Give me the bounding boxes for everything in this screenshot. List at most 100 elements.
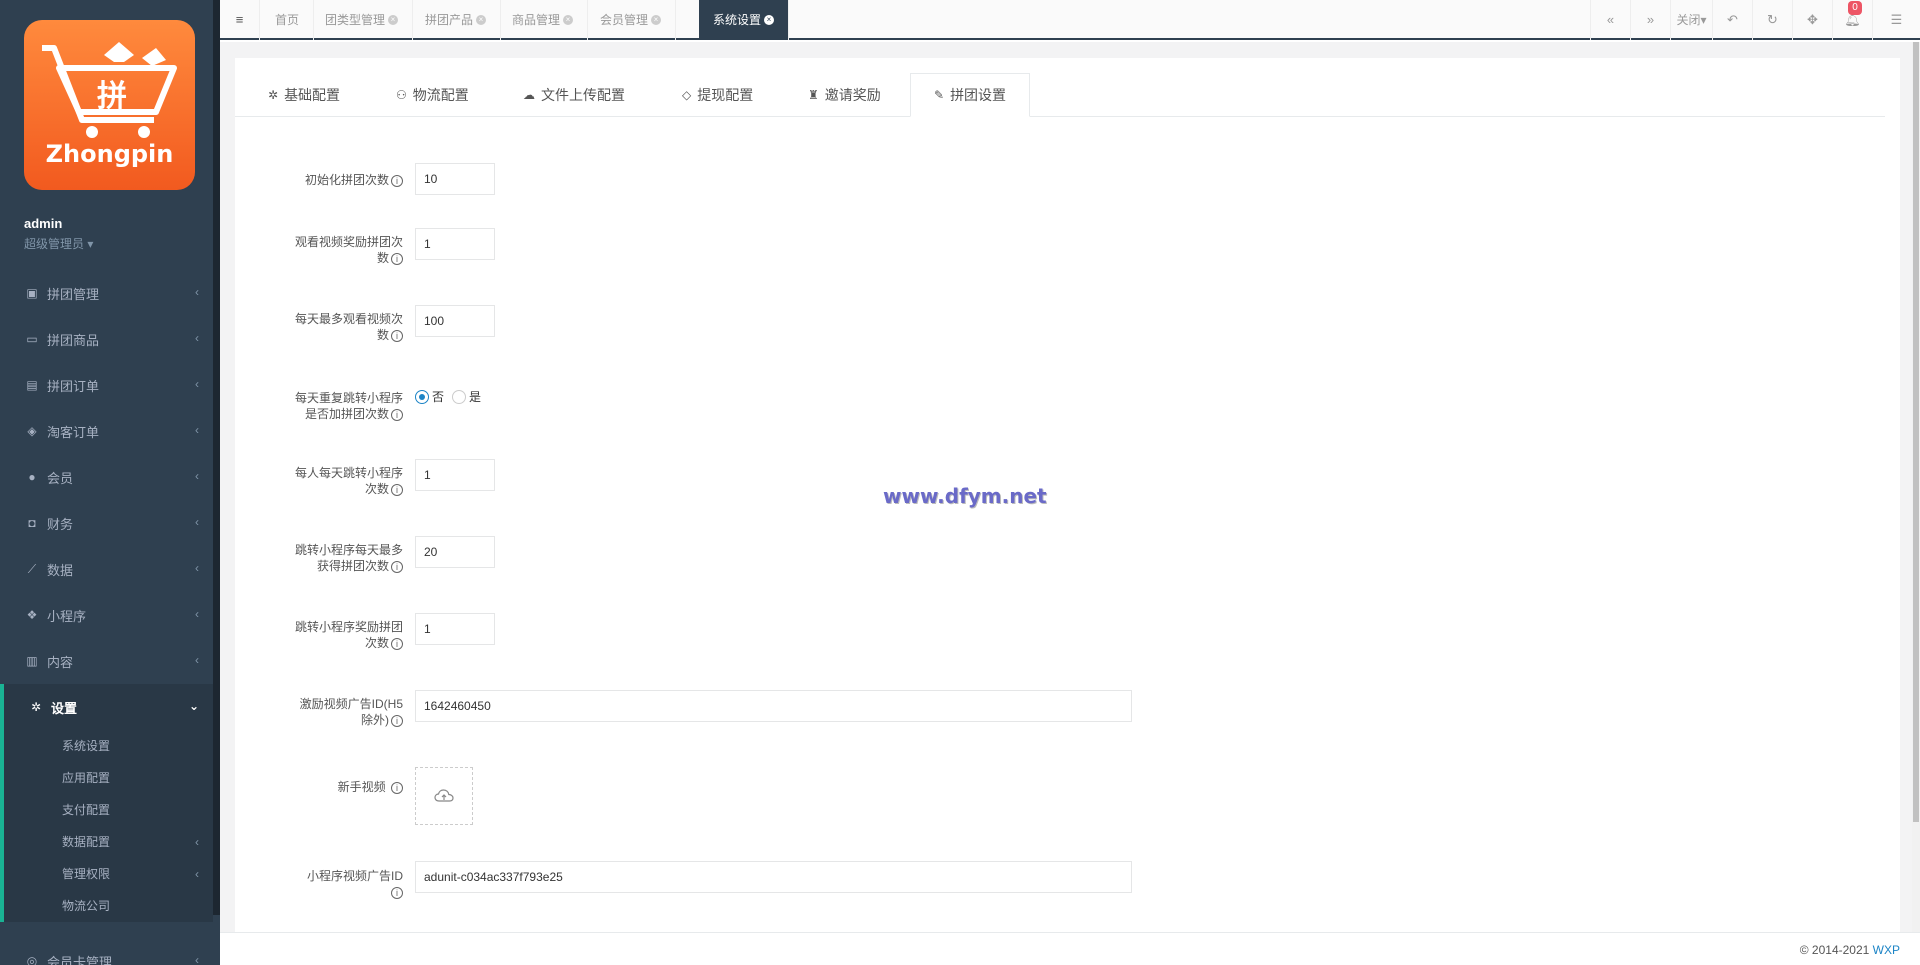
sidebar: 拼 Zhongpin admin 超级管理员 ▾ ▣ 拼团管理 ‹ ▭ 拼团商品 ‹ ▤… <box>0 0 220 965</box>
watermark: www.dfym.net <box>883 484 1047 508</box>
field-label: 初始化拼团次数 i <box>280 172 403 188</box>
logo: 拼 Zhongpin <box>24 20 195 190</box>
info-icon[interactable]: i <box>391 483 403 496</box>
sidebar-item-content[interactable]: ▥ 内容 ‹ <box>0 638 213 684</box>
chevron-left-icon: ‹ <box>195 515 199 529</box>
backward-icon[interactable]: « <box>1590 0 1630 40</box>
sidebar-sub-logistics[interactable]: 物流公司 <box>4 890 213 922</box>
video-reward-input[interactable]: 1 <box>415 228 495 260</box>
book-icon: ▥ <box>26 654 38 668</box>
sidebar-sub-system-settings[interactable]: 系统设置 <box>4 730 213 762</box>
settings-submenu: 系统设置 应用配置 支付配置 数据配置 ‹ 管理权限 ‹ 物流公司 <box>0 730 213 922</box>
sidebar-item-group-orders[interactable]: ▤ 拼团订单 ‹ <box>0 362 213 408</box>
jump-reward-input[interactable]: 1 <box>415 613 495 645</box>
close-icon[interactable]: × <box>388 15 399 25</box>
user-role-dropdown[interactable]: 超级管理员 ▾ <box>24 235 93 252</box>
forward-icon[interactable]: » <box>1630 0 1670 40</box>
daily-video-max-input[interactable]: 100 <box>415 305 495 337</box>
settings-tabs: ✲ 基础配置 ⚇ 物流配置 ☁ 文件上传配置 ◇ 提现配置 ♜ 邀请奖励 ✎ 拼团设置 <box>235 73 1885 117</box>
sidebar-item-group-goods[interactable]: ▭ 拼团商品 ‹ <box>0 316 213 362</box>
info-icon[interactable]: i <box>391 408 403 421</box>
motorcycle-icon: ⚇ <box>396 88 407 102</box>
sidebar-menu: ▣ 拼团管理 ‹ ▭ 拼团商品 ‹ ▤ 拼团订单 ‹ ◈ 淘客订单 ‹ ● 会员 ‹ ◘ 财务 ‹ ⟋ 数… <box>0 270 213 965</box>
field-label: 每人每天跳转小程序 次数 i <box>294 466 403 496</box>
mp-video-ad-input[interactable]: adunit-c034ac337f793e25 <box>415 861 1132 893</box>
radio-yes[interactable] <box>452 389 467 404</box>
card-icon: ◎ <box>26 954 38 965</box>
close-icon[interactable]: × <box>563 15 574 25</box>
refresh-icon[interactable]: ↻ <box>1752 0 1792 40</box>
tab-goods[interactable]: 商品管理 × <box>498 0 589 40</box>
sidebar-sub-app-config[interactable]: 应用配置 <box>4 762 213 794</box>
sidebar-item-taoke-orders[interactable]: ◈ 淘客订单 ‹ <box>0 408 213 454</box>
money-icon: ◘ <box>28 516 36 530</box>
tab-upload-config[interactable]: ☁ 文件上传配置 <box>500 73 648 117</box>
sidebar-item-miniprogram[interactable]: ❖ 小程序 ‹ <box>0 592 213 638</box>
chevron-left-icon: ‹ <box>195 423 199 437</box>
menu-toggle-icon[interactable]: ≡ <box>220 0 260 40</box>
tab-members[interactable]: 会员管理 × <box>586 0 677 40</box>
sidebar-sub-permissions[interactable]: 管理权限 ‹ <box>4 858 213 890</box>
repeat-jump-radio-group: 否 是 <box>415 388 481 405</box>
tab-group-settings[interactable]: ✎ 拼团设置 <box>910 73 1031 117</box>
top-tab-bar: ≡ 首页 团类型管理 × 拼团产品 × 商品管理 × 会员管理 × 系统设置 × « » … <box>220 0 1920 40</box>
sidebar-sub-data-config[interactable]: 数据配置 ‹ <box>4 826 213 858</box>
tab-basic-config[interactable]: ✲ 基础配置 <box>245 73 363 117</box>
chevron-left-icon: ‹ <box>195 377 199 391</box>
info-icon[interactable]: i <box>391 252 403 265</box>
field-label: 小程序视频广告ID i <box>306 869 403 899</box>
svg-text:拼: 拼 <box>97 79 127 114</box>
move-icon[interactable]: ✥ <box>1792 0 1832 40</box>
tab-invite-reward[interactable]: ♜ 邀请奖励 <box>785 73 904 117</box>
field-label: 新手视频 i <box>280 779 403 795</box>
undo-icon[interactable]: ↶ <box>1712 0 1752 40</box>
init-count-input[interactable]: 10 <box>415 163 495 195</box>
diamond-icon: ◇ <box>682 88 692 102</box>
sidebar-sub-pay-config[interactable]: 支付配置 <box>4 794 213 826</box>
tab-system-settings[interactable]: 系统设置 × <box>699 0 790 40</box>
info-icon[interactable]: i <box>391 174 403 187</box>
tab-withdraw-config[interactable]: ◇ 提现配置 <box>659 73 776 117</box>
scrollbar-thumb[interactable] <box>1913 42 1919 822</box>
gear-icon: ✲ <box>30 700 42 714</box>
tab-logistics-config[interactable]: ⚇ 物流配置 <box>373 73 492 117</box>
right-sidebar-toggle-icon[interactable]: ☰ <box>1872 0 1920 40</box>
sidebar-item-member-card[interactable]: ◎ 会员卡管理 ‹ <box>0 938 213 965</box>
field-label: 每天最多观看视频次数 i <box>294 312 403 342</box>
paint-brush-icon: ✎ <box>934 88 945 102</box>
sidebar-item-group-buy[interactable]: ▣ 拼团管理 ‹ <box>0 270 213 316</box>
field-label: 跳转小程序奖励拼团 次数 i <box>294 620 403 650</box>
main-scrollbar[interactable] <box>1912 42 1920 932</box>
close-icon[interactable]: × <box>764 15 775 25</box>
user-icon: ● <box>28 470 36 484</box>
newbie-video-upload[interactable] <box>415 767 473 825</box>
info-icon[interactable]: i <box>391 714 403 727</box>
info-icon[interactable]: i <box>391 560 403 573</box>
close-tabs-dropdown[interactable]: 关闭▾ <box>1670 0 1712 40</box>
reward-ad-id-input[interactable]: 1642460450 <box>415 690 1132 722</box>
tab-group-products[interactable]: 拼团产品 × <box>411 0 502 40</box>
sidebar-item-finance[interactable]: ◘ 财务 ‹ <box>0 500 213 546</box>
copyright: © 2014-2021 WXP <box>1799 943 1900 957</box>
close-icon[interactable]: × <box>651 15 662 25</box>
sidebar-item-settings[interactable]: ✲ 设置 ⌄ <box>0 684 213 730</box>
bell-icon[interactable]: 🔔︎ 0 <box>1832 0 1872 40</box>
info-icon[interactable]: i <box>391 637 403 650</box>
tab-home[interactable]: 首页 <box>261 0 315 40</box>
sidebar-item-data[interactable]: ⟋ 数据 ‹ <box>0 546 213 592</box>
radio-no[interactable] <box>415 389 429 404</box>
sidebar-item-members[interactable]: ● 会员 ‹ <box>0 454 213 500</box>
info-icon[interactable]: i <box>391 329 403 342</box>
logo-text: Zhongpin <box>45 140 174 168</box>
jump-daily-max-input[interactable]: 20 <box>415 536 495 568</box>
user-secret-icon: ♜ <box>808 88 819 102</box>
chevron-left-icon: ‹ <box>195 285 199 299</box>
daily-jump-input[interactable]: 1 <box>415 459 495 491</box>
info-icon[interactable]: i <box>391 886 403 899</box>
info-icon[interactable]: i <box>391 781 403 794</box>
chevron-left-icon: ‹ <box>195 561 199 575</box>
footer-link[interactable]: WXP <box>1873 943 1900 957</box>
tab-group-type[interactable]: 团类型管理 × <box>311 0 414 40</box>
sidebar-scrollbar[interactable] <box>213 0 220 915</box>
close-icon[interactable]: × <box>476 15 487 25</box>
